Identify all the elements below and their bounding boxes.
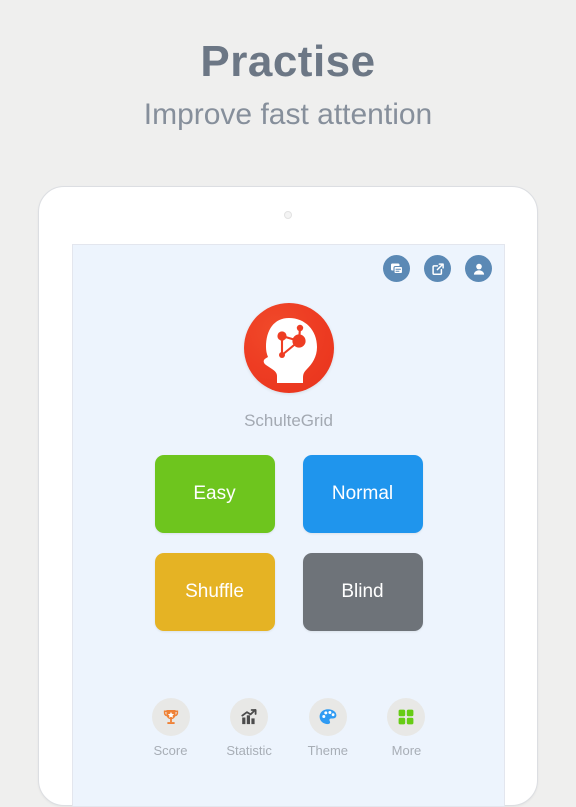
top-icon-bar	[383, 255, 492, 282]
toolbar-label-more: More	[391, 743, 422, 758]
mode-button-easy[interactable]: Easy	[154, 455, 275, 533]
page-subtitle: Improve fast attention	[143, 98, 433, 132]
page-title: Practise	[200, 37, 376, 86]
tablet-device-frame: SchulteGrid Easy Normal Shuffle Blind Sc…	[38, 186, 538, 807]
bar-chart-icon	[230, 698, 269, 736]
grid-squares-icon	[387, 698, 426, 736]
share-icon[interactable]	[424, 255, 451, 282]
bottom-toolbar: Score Statistic Theme More	[139, 698, 439, 758]
toolbar-label-statistic: Statistic	[226, 743, 272, 758]
account-icon[interactable]	[465, 255, 492, 282]
toolbar-label-score: Score	[153, 743, 188, 758]
promo-header: Practise Improve fast attention	[0, 0, 576, 131]
mode-button-normal[interactable]: Normal	[302, 455, 423, 533]
toolbar-item-theme[interactable]: Theme	[296, 698, 360, 758]
mode-button-blind[interactable]: Blind	[302, 553, 423, 631]
feedback-icon[interactable]	[383, 255, 410, 282]
brain-head-logo-icon	[243, 303, 334, 393]
app-screen: SchulteGrid Easy Normal Shuffle Blind Sc…	[72, 244, 505, 807]
app-name: SchulteGrid	[244, 411, 333, 430]
toolbar-item-more[interactable]: More	[374, 698, 438, 758]
mode-button-grid: Easy Normal Shuffle Blind	[154, 455, 423, 631]
camera-dot-icon	[284, 211, 292, 219]
toolbar-label-theme: Theme	[307, 743, 349, 758]
app-branding: SchulteGrid	[73, 303, 504, 431]
toolbar-item-statistic[interactable]: Statistic	[217, 698, 281, 758]
palette-icon	[308, 698, 347, 736]
mode-button-shuffle[interactable]: Shuffle	[154, 553, 275, 631]
trophy-icon	[151, 698, 190, 736]
toolbar-item-score[interactable]: Score	[139, 698, 203, 758]
